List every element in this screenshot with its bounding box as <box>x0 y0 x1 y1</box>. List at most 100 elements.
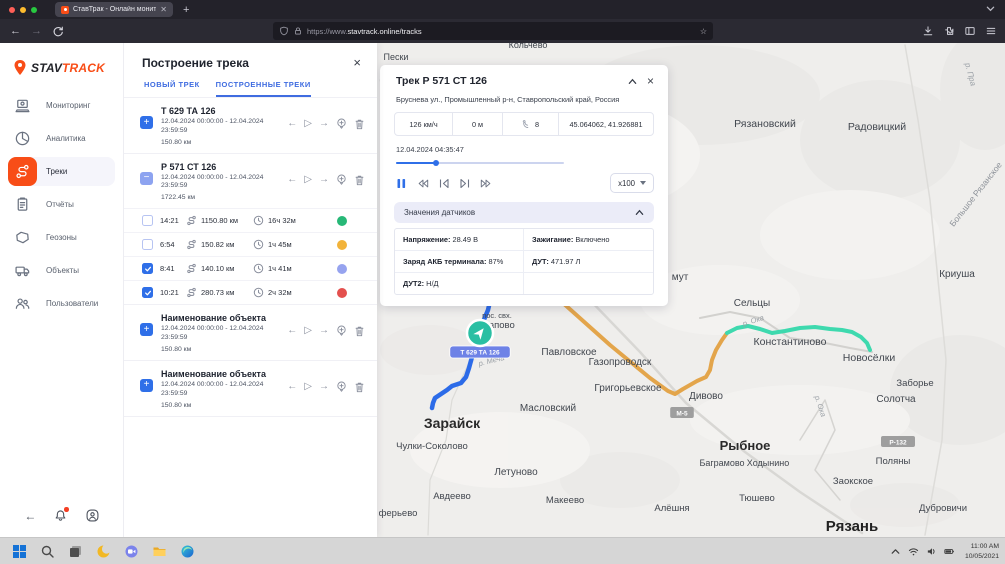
map-town-label: Чулки-Соколово <box>396 441 468 452</box>
segment-checkbox[interactable] <box>142 263 153 274</box>
next-point-button[interactable]: → <box>319 175 329 185</box>
profile-icon[interactable] <box>85 508 100 523</box>
step-back-button[interactable] <box>438 178 450 189</box>
prev-point-button[interactable]: ← <box>287 326 297 336</box>
list-tabs-chevron-icon[interactable] <box>986 4 995 13</box>
sidebar-item-analytics[interactable]: Аналитика <box>8 124 115 153</box>
delete-track-button[interactable] <box>354 174 365 186</box>
chevron-up-icon <box>635 208 644 217</box>
expand-track-button[interactable]: + <box>140 323 153 336</box>
bookmark-star-icon[interactable]: ☆ <box>700 27 707 36</box>
add-geopoint-button[interactable] <box>336 118 347 130</box>
collapse-sidebar-icon[interactable]: ← <box>24 509 36 523</box>
browser-tab[interactable]: СтавТрак - Онлайн мониторин ✕ <box>55 2 173 17</box>
url-bar[interactable]: https://www.stavtrack.online/tracks ☆ <box>273 22 713 40</box>
close-builder-icon[interactable]: × <box>353 58 361 68</box>
back-button[interactable]: ← <box>10 25 21 37</box>
rewind-button[interactable] <box>417 178 429 189</box>
map-town-label: Зарайск <box>424 415 481 431</box>
sidebar-item-tracks[interactable]: Треки <box>8 157 115 186</box>
window-minimize-button[interactable] <box>20 7 26 13</box>
chat-app-icon[interactable] <box>124 544 139 559</box>
window-close-button[interactable] <box>9 7 15 13</box>
track-item-row[interactable]: +Наименование объекта12.04.2024 00:00:00… <box>124 361 377 416</box>
next-point-button[interactable]: → <box>319 119 329 129</box>
add-geopoint-button[interactable] <box>336 325 347 337</box>
expand-track-button[interactable]: + <box>140 116 153 129</box>
window-zoom-button[interactable] <box>31 7 37 13</box>
taskbar-clock[interactable]: 11:00 AM 10/05/2021 <box>965 542 999 560</box>
lock-icon[interactable] <box>293 26 303 36</box>
track-item-row[interactable]: −Р 571 СТ 12612.04.2024 00:00:00 - 12.04… <box>124 154 377 209</box>
start-button-icon[interactable] <box>12 544 27 559</box>
wifi-icon[interactable] <box>908 546 919 557</box>
sidebar-item-objects[interactable]: Объекты <box>8 256 115 285</box>
prev-point-button[interactable]: ← <box>287 175 297 185</box>
extensions-icon[interactable] <box>943 25 955 37</box>
sidebar-item-reports[interactable]: Отчёты <box>8 190 115 219</box>
collapse-track-button[interactable]: − <box>140 172 153 185</box>
delete-track-button[interactable] <box>354 381 365 393</box>
delete-track-button[interactable] <box>354 118 365 130</box>
downloads-icon[interactable] <box>922 25 934 37</box>
pause-button[interactable] <box>396 178 408 189</box>
add-geopoint-button[interactable] <box>336 381 347 393</box>
windows-taskbar: 11:00 AM 10/05/2021 <box>0 537 1005 564</box>
next-point-button[interactable]: → <box>319 382 329 392</box>
route-mini-icon <box>186 263 197 274</box>
expand-track-button[interactable]: + <box>140 379 153 392</box>
search-icon[interactable] <box>40 544 55 559</box>
segment-checkbox[interactable] <box>142 215 153 226</box>
play-track-button[interactable]: ▷ <box>304 119 312 129</box>
sidebar-item-monitoring[interactable]: Мониторинг <box>8 91 115 120</box>
collapse-panel-icon[interactable] <box>628 77 637 86</box>
track-segment-row[interactable]: 10:21280.73 км2ч 32м <box>124 280 377 304</box>
sidebar-toggle-icon[interactable] <box>964 25 976 37</box>
volume-icon[interactable] <box>926 546 937 557</box>
tray-chevron-icon[interactable] <box>890 546 901 557</box>
playback-slider[interactable] <box>396 160 564 166</box>
play-track-button[interactable]: ▷ <box>304 382 312 392</box>
slider-thumb[interactable] <box>433 160 439 166</box>
builder-tab-new-track[interactable]: НОВЫЙ ТРЕК <box>144 80 200 97</box>
edge-browser-icon[interactable] <box>180 544 195 559</box>
battery-icon[interactable] <box>944 546 955 557</box>
prev-point-button[interactable]: ← <box>287 119 297 129</box>
sensors-header[interactable]: Значения датчиков <box>394 202 654 223</box>
add-geopoint-button[interactable] <box>336 174 347 186</box>
play-track-button[interactable]: ▷ <box>304 326 312 336</box>
track-item-row[interactable]: +Т 629 ТА 12612.04.2024 00:00:00 - 12.04… <box>124 98 377 153</box>
track-item-row[interactable]: +Наименование объекта12.04.2024 00:00:00… <box>124 305 377 360</box>
next-point-button[interactable]: → <box>319 326 329 336</box>
segment-checkbox[interactable] <box>142 287 153 298</box>
builder-tab-built-tracks[interactable]: ПОСТРОЕННЫЕ ТРЕКИ <box>216 80 311 97</box>
track-item: +Т 629 ТА 12612.04.2024 00:00:00 - 12.04… <box>124 98 377 154</box>
track-segment-row[interactable]: 6:54150.82 км1ч 45м <box>124 232 377 256</box>
road-badge-label: М-5 <box>676 411 688 418</box>
track-segment-row[interactable]: 8:41140.10 км1ч 41м <box>124 256 377 280</box>
tab-title: СтавТрак - Онлайн мониторин <box>73 6 156 13</box>
close-panel-icon[interactable]: × <box>647 77 654 86</box>
step-forward-button[interactable] <box>459 178 471 189</box>
new-tab-button[interactable]: + <box>183 4 189 16</box>
moon-app-icon[interactable] <box>96 544 111 559</box>
notifications-bell-icon[interactable] <box>53 508 68 523</box>
forward-button[interactable]: → <box>31 25 42 37</box>
prev-point-button[interactable]: ← <box>287 382 297 392</box>
reload-button[interactable] <box>52 25 64 37</box>
file-explorer-icon[interactable] <box>152 544 167 559</box>
segment-checkbox[interactable] <box>142 239 153 250</box>
tab-close-icon[interactable]: ✕ <box>160 5 167 14</box>
delete-track-button[interactable] <box>354 325 365 337</box>
play-track-button[interactable]: ▷ <box>304 175 312 185</box>
track-segment-row[interactable]: 14:211150.80 км16ч 32м <box>124 208 377 232</box>
sidebar-item-geozones[interactable]: Геозоны <box>8 223 115 252</box>
shield-icon[interactable] <box>279 26 289 36</box>
menu-hamburger-icon[interactable] <box>985 25 997 37</box>
speed-multiplier-select[interactable]: x100 <box>610 173 654 193</box>
segment-distance: 150.82 км <box>201 240 253 249</box>
sidebar-item-users[interactable]: Пользователи <box>8 289 115 318</box>
browser-toolbar: ← → https://www.stavtrack.online/tracks … <box>0 19 1005 43</box>
fast-forward-button[interactable] <box>480 178 492 189</box>
task-view-icon[interactable] <box>68 544 83 559</box>
